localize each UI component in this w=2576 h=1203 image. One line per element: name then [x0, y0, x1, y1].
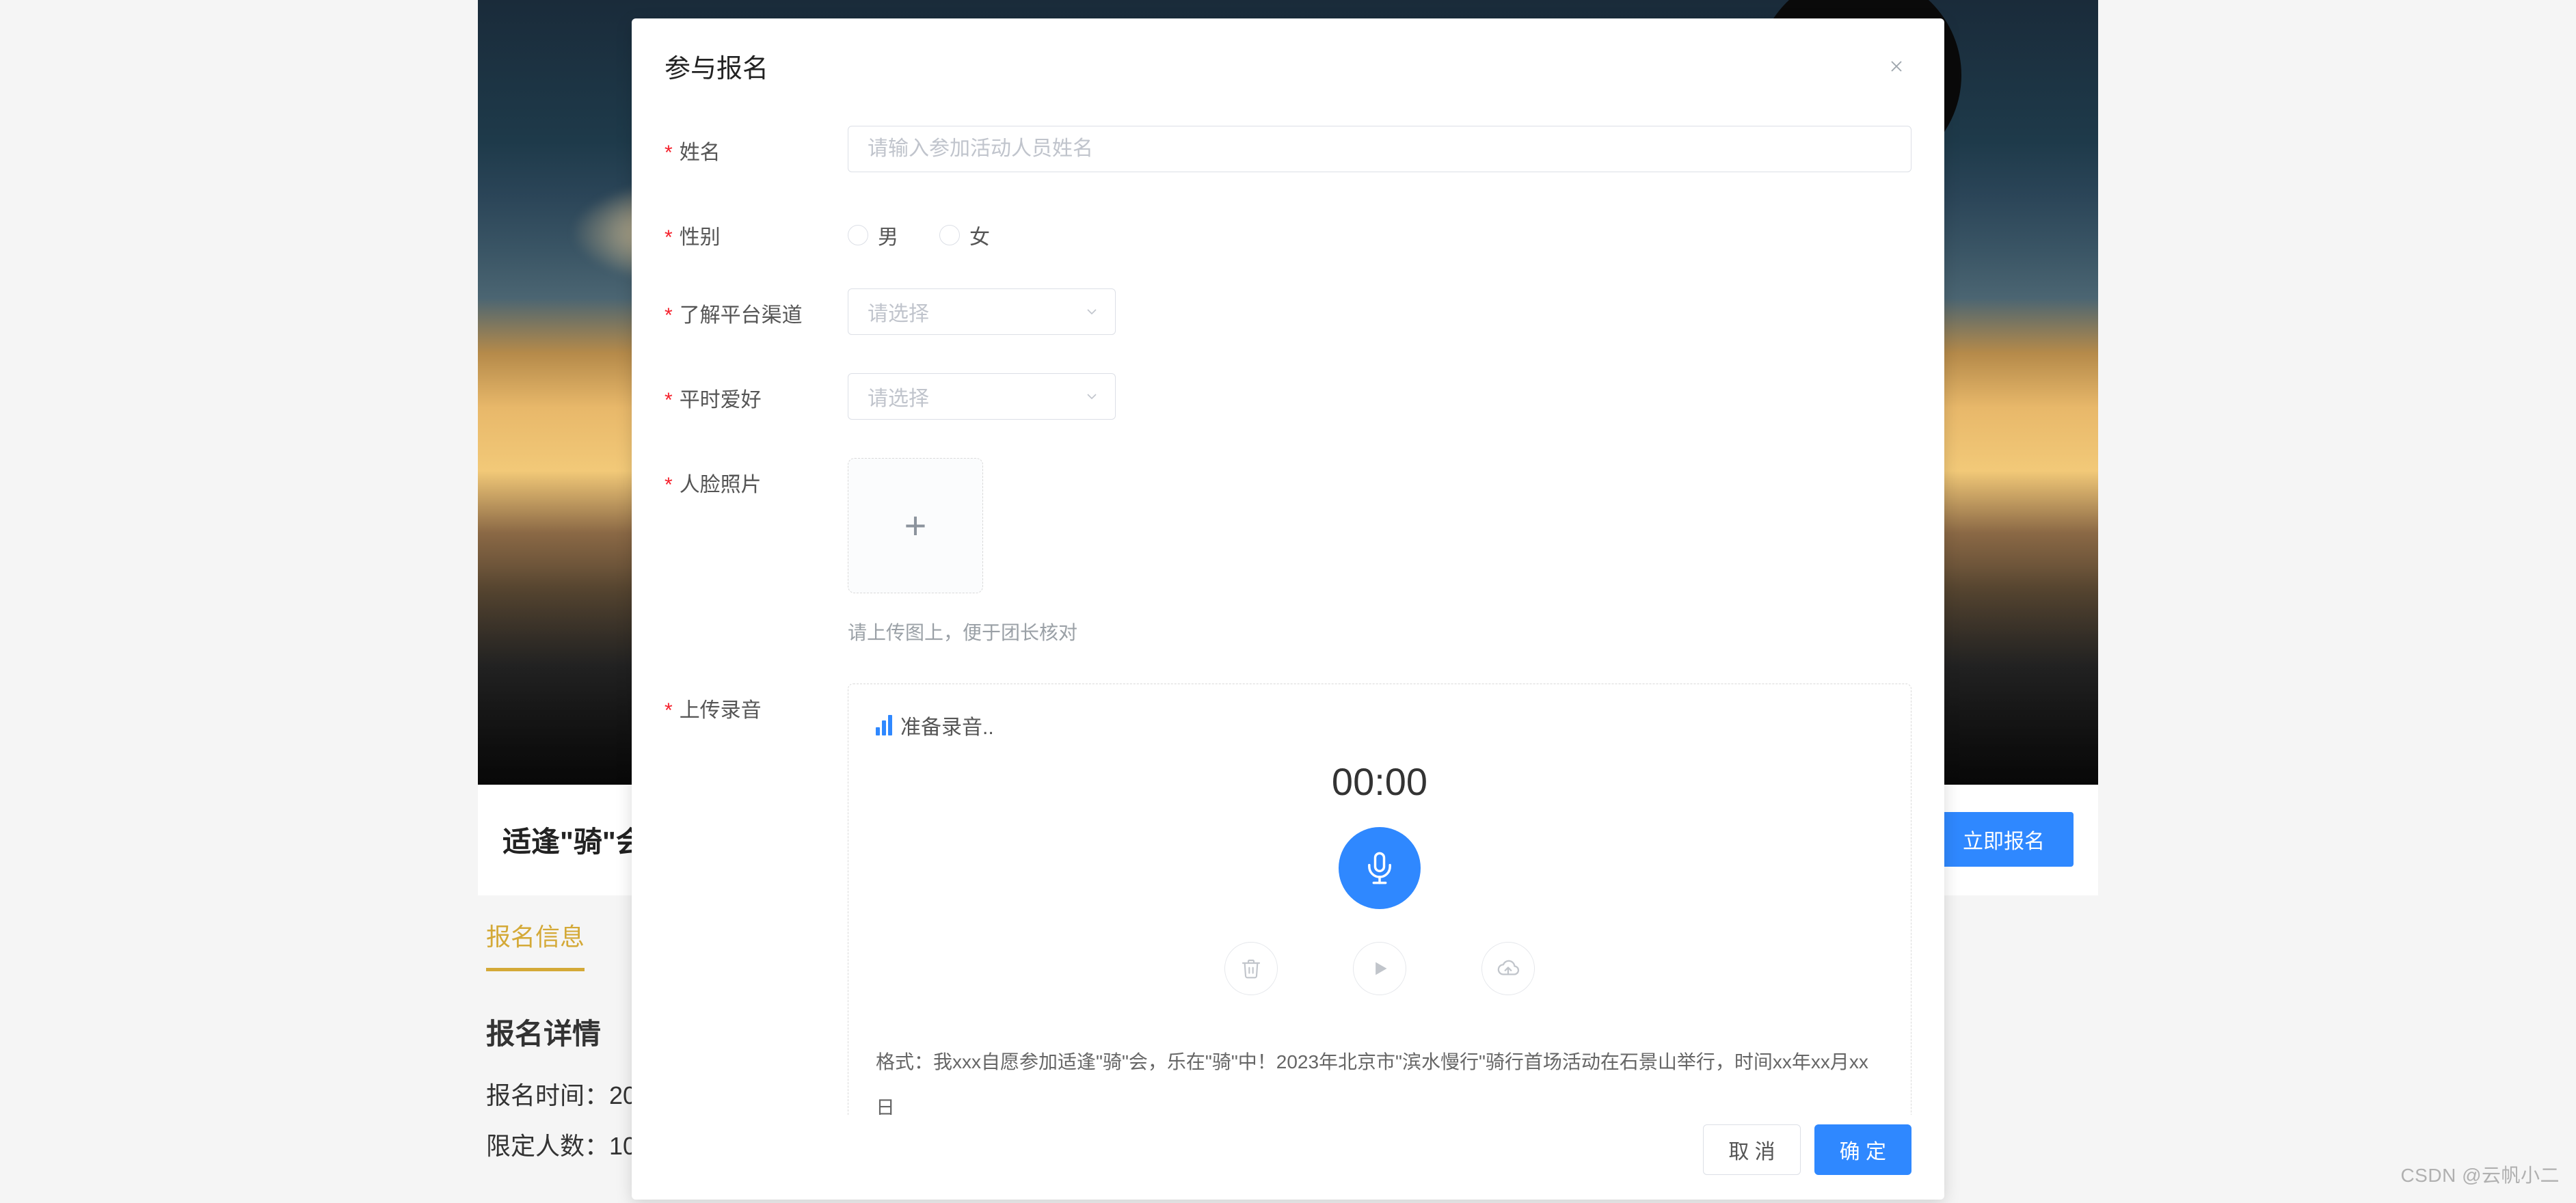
- bars-icon: [876, 715, 892, 735]
- audio-status: 准备录音..: [876, 710, 1883, 740]
- cancel-button[interactable]: 取 消: [1703, 1124, 1800, 1175]
- signup-modal: 参与报名 *姓名 *性别 男: [632, 18, 1944, 1200]
- audio-recorder: 准备录音.. 00:00: [848, 684, 1911, 1115]
- trash-icon: [1240, 958, 1262, 979]
- radio-female-label: 女: [969, 220, 990, 250]
- record-button[interactable]: [1339, 827, 1421, 909]
- microphone-icon: [1362, 850, 1397, 886]
- label-face: *人脸照片: [665, 458, 848, 498]
- cloud-upload-icon: [1497, 957, 1520, 980]
- play-icon: [1370, 959, 1389, 978]
- channel-placeholder: 请选择: [868, 297, 929, 327]
- chevron-down-icon: [1084, 303, 1100, 320]
- modal-close-button[interactable]: [1881, 54, 1911, 79]
- label-channel: *了解平台渠道: [665, 288, 848, 328]
- radio-icon: [939, 225, 960, 245]
- modal-overlay: 参与报名 *姓名 *性别 男: [0, 0, 2576, 1203]
- hobby-select[interactable]: 请选择: [848, 373, 1116, 420]
- label-gender: *性别: [665, 211, 848, 250]
- face-upload[interactable]: +: [848, 458, 983, 593]
- channel-select[interactable]: 请选择: [848, 288, 1116, 335]
- confirm-button[interactable]: 确 定: [1814, 1124, 1911, 1175]
- close-icon: [1887, 57, 1906, 76]
- face-upload-hint: 请上传图上，便于团长核对: [848, 618, 1911, 645]
- audio-format-hint: 格式：我xxx自愿参加适逢"骑"会，乐在"骑"中！2023年北京市"滨水慢行"骑…: [876, 1039, 1883, 1115]
- audio-timer: 00:00: [876, 759, 1883, 804]
- radio-male[interactable]: 男: [848, 220, 898, 250]
- plus-icon: +: [904, 506, 927, 545]
- play-recording-button[interactable]: [1353, 942, 1406, 995]
- radio-male-label: 男: [878, 220, 898, 250]
- label-audio: *上传录音: [665, 684, 848, 723]
- name-input[interactable]: [848, 126, 1911, 172]
- radio-icon: [848, 225, 868, 245]
- upload-recording-button[interactable]: [1481, 942, 1535, 995]
- hobby-placeholder: 请选择: [868, 381, 929, 411]
- delete-recording-button[interactable]: [1224, 942, 1278, 995]
- chevron-down-icon: [1084, 388, 1100, 405]
- label-hobby: *平时爱好: [665, 373, 848, 413]
- label-name: *姓名: [665, 126, 848, 165]
- modal-title: 参与报名: [665, 47, 768, 85]
- audio-status-text: 准备录音..: [900, 710, 994, 740]
- radio-female[interactable]: 女: [939, 220, 990, 250]
